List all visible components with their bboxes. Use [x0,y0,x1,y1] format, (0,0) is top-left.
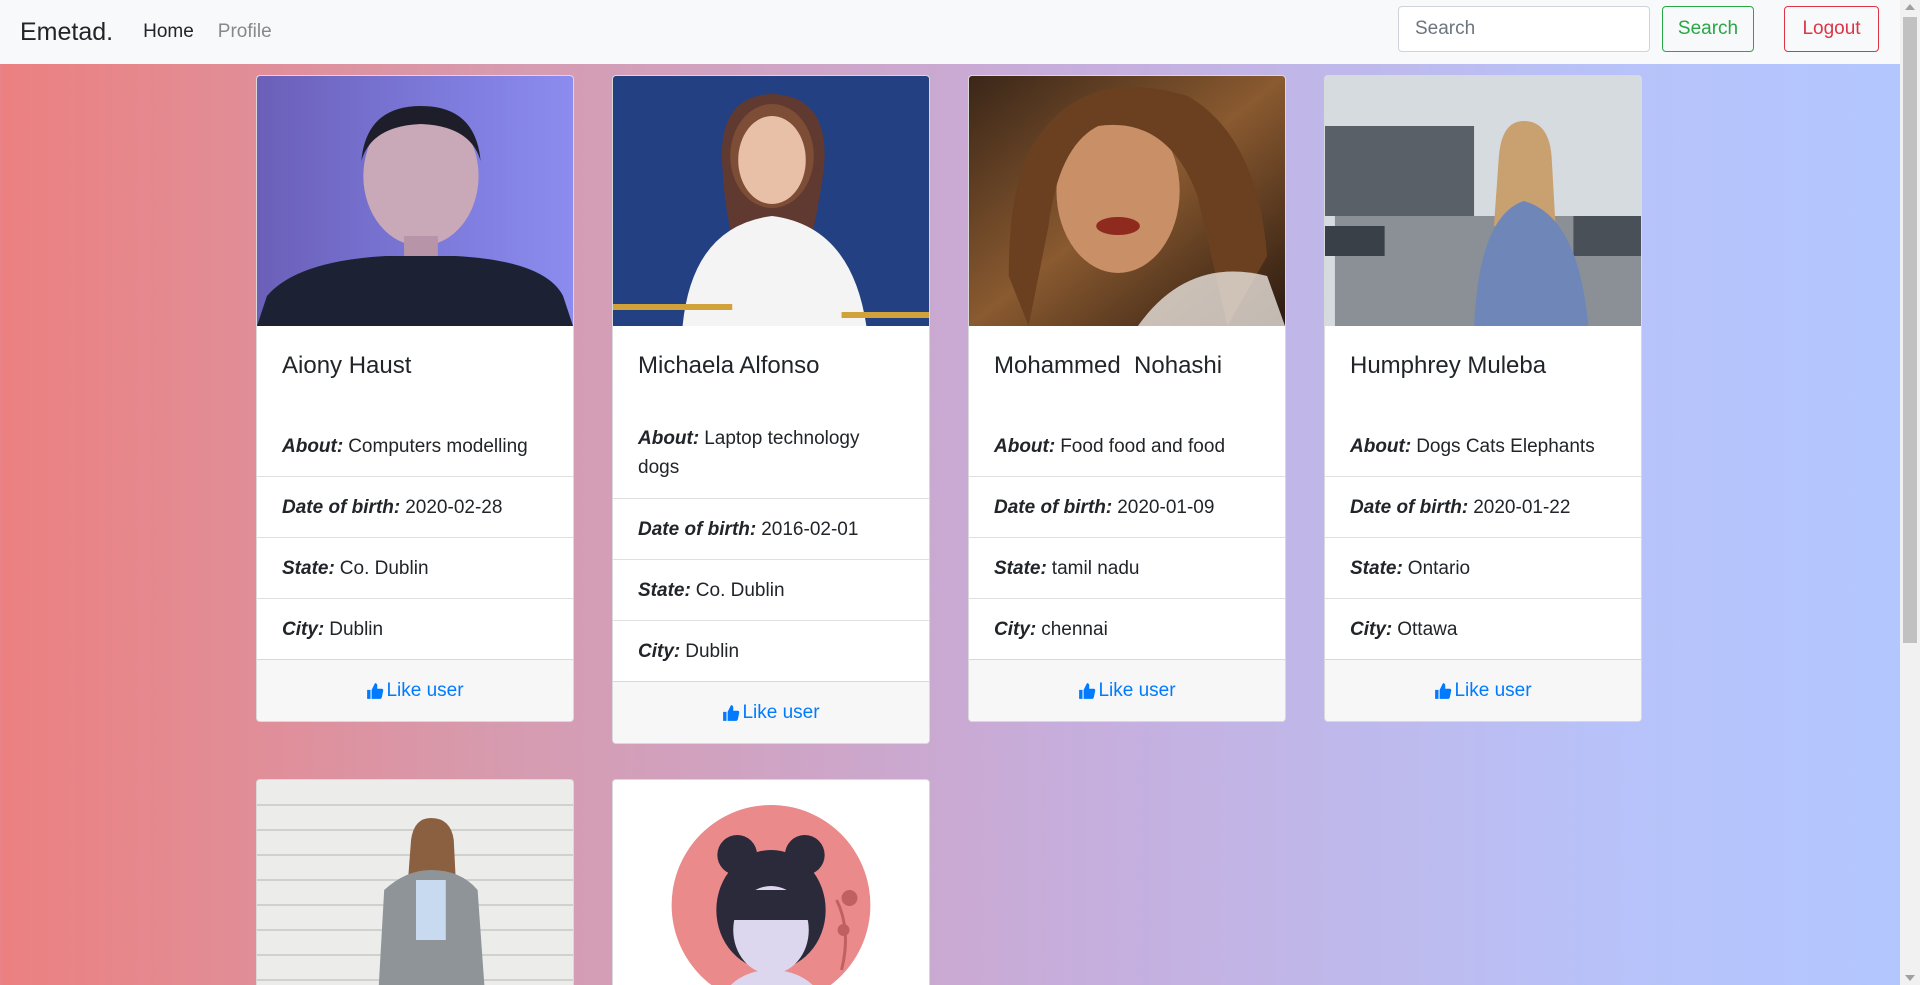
about-row: About: Dogs Cats Elephants [1325,416,1641,476]
like-user-label: Like user [386,679,464,701]
thumbs-up-icon [1435,682,1452,699]
state-row: State: Co. Dublin [257,537,573,598]
user-name: Michaela Alfonso [638,352,820,379]
city-row: City: Dublin [257,598,573,659]
state-label: State: [994,557,1047,579]
thumbs-up-icon [1079,682,1096,699]
nav-home-link[interactable]: Home [143,21,194,43]
thumbs-up-icon [367,682,384,699]
city-label: City: [638,640,681,662]
dob-row: Date of birth: 2020-01-09 [969,476,1285,537]
city-value: Dublin [685,640,740,662]
city-label: City: [994,618,1037,640]
user-photo [257,76,573,326]
user-card: Michaela Alfonso About: Laptop technology… [612,75,930,744]
user-photo [969,76,1285,326]
user-photo [613,76,929,326]
scroll-down-arrow-icon[interactable] [1905,975,1915,981]
about-row: About: Laptop technology dogs [613,416,929,498]
user-name: Aiony Haust [282,352,412,379]
scroll-up-arrow-icon[interactable] [1905,4,1915,10]
user-photo [1325,76,1641,326]
like-user-button[interactable]: Like user [1325,659,1641,721]
city-row: City: Dublin [613,620,929,681]
city-label: City: [282,618,325,640]
state-label: State: [638,579,691,601]
scrollbar[interactable] [1900,0,1920,985]
scroll-thumb[interactable] [1903,17,1917,643]
user-card: Mohammed Nohashi About: Food food and foo… [968,75,1286,722]
state-value: tamil nadu [1051,557,1140,579]
city-value: Dublin [329,618,384,640]
city-value: Ottawa [1397,618,1458,640]
dob-label: Date of birth: [282,496,401,518]
state-row: State: Ontario [1325,537,1641,598]
search-button[interactable]: Search [1662,6,1754,52]
dob-value: 2020-01-22 [1473,496,1571,518]
city-row: City: chennai [969,598,1285,659]
about-label: About: [282,435,344,457]
dob-value: 2020-02-28 [405,496,503,518]
state-row: State: Co. Dublin [613,559,929,620]
dob-label: Date of birth: [638,518,757,540]
like-user-label: Like user [1098,679,1176,701]
about-label: About: [1350,435,1412,457]
dob-row: Date of birth: 2020-02-28 [257,476,573,537]
search-input[interactable] [1398,6,1650,52]
user-photo [257,780,573,985]
about-label: About: [994,435,1056,457]
dob-value: 2020-01-09 [1117,496,1215,518]
state-label: State: [282,557,335,579]
like-user-label: Like user [742,701,820,723]
city-label: City: [1350,618,1393,640]
navbar: Emetad. Home Profile Search Logout [0,0,1900,64]
avatar-illustration [613,780,929,985]
user-name: Humphrey Muleba [1350,352,1547,379]
dob-value: 2016-02-01 [761,518,859,540]
user-name: Mohammed Nohashi [994,352,1223,379]
about-label: About: [638,428,700,449]
dob-row: Date of birth: 2020-01-22 [1325,476,1641,537]
thumbs-up-icon [723,704,740,721]
user-card: Humphrey Muleba About: Dogs Cats Elephant… [1324,75,1642,722]
state-label: State: [1350,557,1403,579]
state-value: Co. Dublin [695,579,785,601]
like-user-button[interactable]: Like user [969,659,1285,721]
about-row: About: Food food and food [969,416,1285,476]
city-value: chennai [1041,618,1108,640]
nav-profile-link[interactable]: Profile [218,21,272,43]
user-card: Aiony Haust About: Computers modelling Da… [256,75,574,722]
logout-button[interactable]: Logout [1784,6,1879,52]
like-user-button[interactable]: Like user [257,659,573,721]
about-row: About: Computers modelling [257,416,573,476]
like-user-button[interactable]: Like user [613,681,929,743]
user-card [256,779,574,985]
brand-logo[interactable]: Emetad. [20,18,113,47]
user-card [612,779,930,985]
state-row: State: tamil nadu [969,537,1285,598]
state-value: Ontario [1407,557,1471,579]
about-value: Computers modelling [348,435,528,457]
about-value: Food food and food [1060,435,1226,457]
dob-row: Date of birth: 2016-02-01 [613,498,929,559]
dob-label: Date of birth: [1350,496,1469,518]
about-value: Dogs Cats Elephants [1416,435,1595,457]
state-value: Co. Dublin [339,557,429,579]
dob-label: Date of birth: [994,496,1113,518]
like-user-label: Like user [1454,679,1532,701]
city-row: City: Ottawa [1325,598,1641,659]
